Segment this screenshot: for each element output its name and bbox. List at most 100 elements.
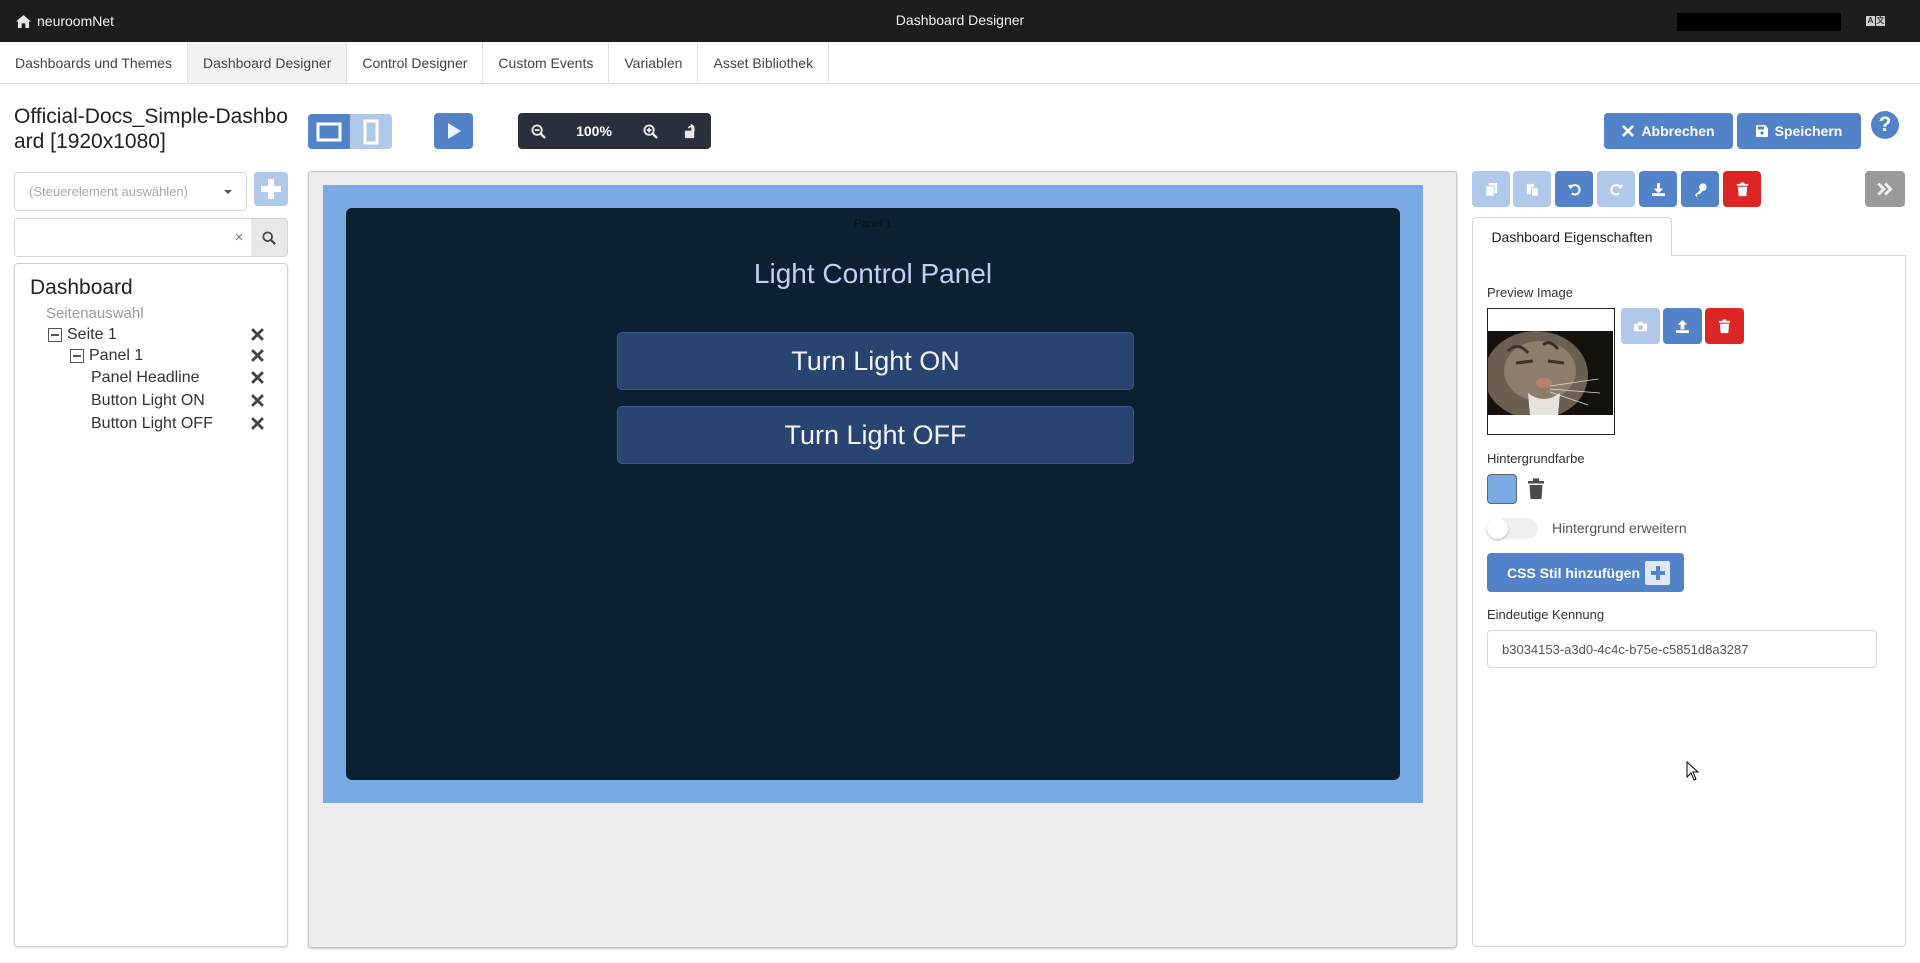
upload-icon [1675,319,1690,333]
delete-item-button[interactable] [251,349,265,363]
brand-link[interactable]: neuroomNet [16,0,114,42]
delete-button[interactable] [1723,171,1761,207]
paste-icon [1526,183,1539,197]
toggle-knob [1487,518,1508,539]
tree-item-seite-1: Seite 1 [15,324,275,346]
control-select[interactable]: (Steuerelement auswählen) [14,172,247,211]
top-bar [0,0,1920,42]
tree-item-label[interactable]: Panel Headline [91,369,200,387]
download-button[interactable] [1639,171,1677,207]
plus-icon [1645,561,1670,585]
cancel-button[interactable]: Abbrechen [1604,113,1733,149]
play-icon [447,123,461,139]
redo-button[interactable] [1597,171,1635,207]
add-control-button[interactable] [254,172,288,206]
tab-variablen[interactable]: Variablen [609,42,699,83]
search-icon [262,230,276,245]
preview-image [1487,308,1615,435]
chevron-down-icon [224,189,232,194]
tab-asset-bibliothek[interactable]: Asset Bibliothek [698,42,830,83]
extend-background-label: Hintergrund erweitern [1552,520,1687,536]
delete-preview-button[interactable] [1705,308,1744,344]
tab-dashboard-properties[interactable]: Dashboard Eigenschaften [1472,217,1672,256]
portrait-icon [363,119,379,144]
tree-root-dashboard[interactable]: Dashboard [30,276,133,300]
undo-icon [1567,183,1581,196]
cancel-button-label: Abbrechen [1641,123,1715,139]
background-color-picker[interactable] [1487,474,1517,504]
turn-light-on-button[interactable]: Turn Light ON [617,332,1134,390]
preview-image-label: Preview Image [1487,285,1573,300]
tree-item-button-light-off: Button Light OFF [15,413,275,435]
search-clear-button[interactable]: × [227,219,251,256]
paste-button[interactable] [1513,171,1551,207]
delete-item-button[interactable] [251,417,265,431]
zoom-in-icon [642,123,658,139]
tree-search-input[interactable] [15,219,227,256]
redo-icon [1609,183,1623,196]
close-icon [251,417,264,430]
search-button[interactable] [251,219,287,256]
undo-button[interactable] [1555,171,1593,207]
lock-toggle-button[interactable] [670,113,710,149]
preview-play-button[interactable] [434,113,473,149]
tree-item-label[interactable]: Button Light ON [91,392,205,410]
copy-button[interactable] [1472,171,1510,207]
extend-background-toggle[interactable] [1487,518,1538,539]
background-color-label: Hintergrundfarbe [1487,451,1585,466]
permissions-button[interactable] [1681,171,1719,207]
upload-preview-button[interactable] [1663,308,1702,344]
tab-dashboards-themes[interactable]: Dashboards und Themes [0,42,188,83]
mouse-cursor-icon [1686,761,1700,781]
tree-page-selection-label: Seitenauswahl [46,305,144,322]
close-icon [251,371,264,384]
save-button-label: Speichern [1774,123,1843,139]
collapse-panel-button[interactable] [1865,171,1905,207]
add-css-style-button[interactable]: CSS Stil hinzufügen [1487,553,1684,592]
trash-icon [1528,478,1544,499]
unique-id-label: Eindeutige Kennung [1487,607,1605,622]
zoom-level: 100% [576,123,612,139]
translate-icon[interactable]: A文 [1866,16,1885,27]
panel-headline[interactable]: Light Control Panel [346,258,1400,290]
tree-item-panel-headline: Panel Headline [15,367,275,389]
capture-preview-button[interactable] [1621,308,1660,344]
unique-id-field[interactable] [1487,630,1877,668]
double-chevron-right-icon [1877,182,1893,196]
home-icon [16,14,31,28]
tree-item-panel-1: Panel 1 [15,345,275,367]
turn-light-off-button[interactable]: Turn Light OFF [617,406,1134,464]
delete-item-button[interactable] [251,328,265,342]
tree-item-label[interactable]: Button Light OFF [91,415,213,433]
unlock-icon [684,123,695,138]
panel-1[interactable] [346,208,1400,780]
zoom-out-button[interactable] [518,113,558,149]
close-icon [251,394,264,407]
zoom-in-button[interactable] [630,113,670,149]
delete-item-button[interactable] [251,394,265,408]
landscape-view-button[interactable] [308,114,350,149]
control-select-placeholder: (Steuerelement auswählen) [29,184,188,199]
download-icon [1651,182,1665,196]
save-button[interactable]: Speichern [1737,113,1861,149]
tab-custom-events[interactable]: Custom Events [483,42,610,83]
portrait-view-button[interactable] [350,114,392,149]
zoom-out-icon [530,123,546,139]
tree-item-label[interactable]: Seite 1 [67,326,117,344]
clear-background-color-button[interactable] [1527,478,1545,500]
tree-search: × [14,218,288,257]
tree-item-label[interactable]: Panel 1 [89,347,143,365]
close-icon [1622,125,1635,137]
tab-dashboard-designer[interactable]: Dashboard Designer [187,42,348,83]
element-tree: Dashboard Seitenauswahl Seite 1 Panel 1 … [14,263,288,947]
main-nav: Dashboards und Themes Dashboard Designer… [0,42,1920,84]
tab-control-designer[interactable]: Control Designer [347,42,484,83]
tree-item-button-light-on: Button Light ON [15,390,275,412]
collapse-icon[interactable] [70,349,84,363]
close-icon [251,349,264,362]
trash-icon [1736,181,1748,196]
delete-item-button[interactable] [251,371,265,385]
collapse-icon[interactable] [48,328,62,342]
help-icon[interactable]: ? [1871,111,1899,139]
zoom-toolbar: 100% [518,113,711,149]
